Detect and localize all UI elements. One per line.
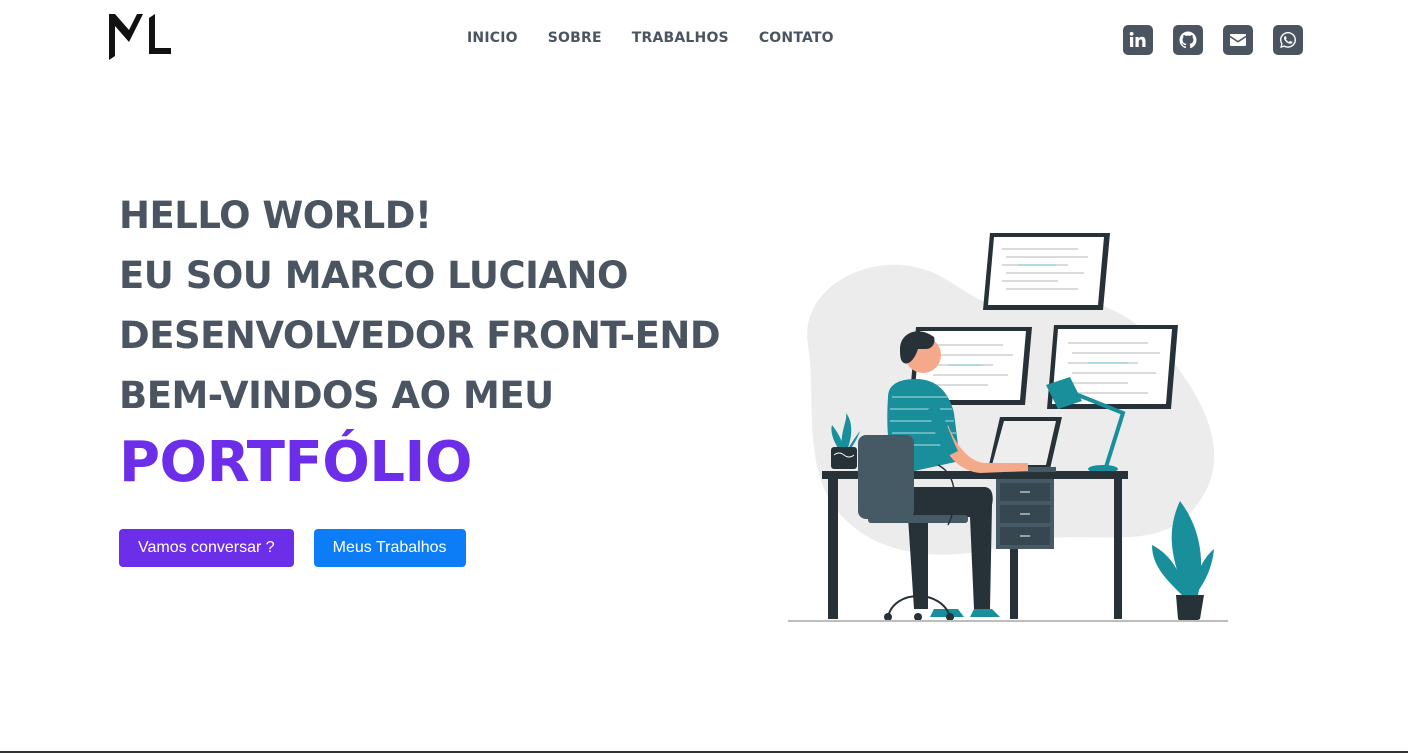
email-button[interactable] [1223,25,1253,55]
whatsapp-button[interactable] [1273,25,1303,55]
nav-link-sobre[interactable]: SOBRE [533,30,617,46]
nav-link-trabalhos[interactable]: TRABALHOS [617,30,744,46]
my-works-button[interactable]: Meus Trabalhos [313,529,466,567]
github-button[interactable] [1173,25,1203,55]
developer-at-desk-icon [788,233,1228,622]
github-icon [1179,31,1197,49]
nav-link-contato[interactable]: CONTATO [744,30,849,46]
hero-section: HELLO WORLD! EU SOU MARCO LUCIANO DESENV… [119,186,721,498]
logo[interactable] [107,12,173,62]
hero-highlight: PORTFÓLIO [119,430,472,495]
linkedin-icon [1129,31,1146,47]
hero-line-4: BEM-VINDOS AO MEU [119,374,554,417]
linkedin-button[interactable] [1123,25,1153,55]
social-links [1123,25,1303,55]
developer-illustration [788,225,1230,625]
logo-mark-icon [109,14,171,60]
hero-buttons: Vamos conversar ? Meus Trabalhos [119,529,466,567]
envelope-icon [1230,34,1246,46]
hero-line-1: HELLO WORLD! [119,194,432,237]
hero-line-2: EU SOU MARCO LUCIANO [119,254,628,297]
nav-link-inicio[interactable]: INICIO [452,30,533,46]
whatsapp-icon [1280,32,1296,48]
hero-line-3: DESENVOLVEDOR FRONT-END [119,314,721,357]
main-nav: INICIO SOBRE TRABALHOS CONTATO [452,30,849,46]
lets-talk-button[interactable]: Vamos conversar ? [119,529,294,567]
